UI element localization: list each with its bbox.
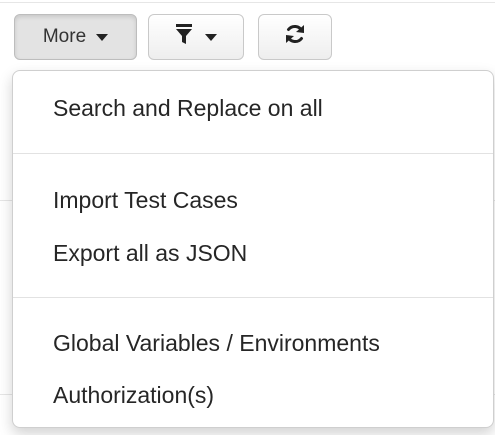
- menu-item-authorizations[interactable]: Authorization(s): [53, 382, 214, 409]
- more-dropdown-menu: Search and Replace on all Import Test Ca…: [12, 70, 494, 428]
- more-button-label: More: [42, 26, 87, 47]
- filter-dropdown-button[interactable]: [148, 14, 244, 60]
- more-dropdown-button[interactable]: More: [14, 14, 137, 60]
- menu-divider: [13, 297, 493, 298]
- menu-item-search-replace[interactable]: Search and Replace on all: [53, 95, 323, 122]
- menu-item-global-variables[interactable]: Global Variables / Environments: [53, 330, 380, 357]
- caret-down-icon: [205, 33, 217, 41]
- menu-divider: [13, 153, 493, 154]
- refresh-button[interactable]: [258, 14, 332, 60]
- filter-icon: [175, 23, 193, 51]
- caret-down-icon: [96, 33, 109, 41]
- menu-item-export-json[interactable]: Export all as JSON: [53, 240, 247, 267]
- screen: More Search and Replace on all Import Te…: [0, 0, 495, 435]
- background-divider: [0, 2, 495, 3]
- menu-item-import-test-cases[interactable]: Import Test Cases: [53, 187, 238, 214]
- refresh-icon: [283, 22, 307, 52]
